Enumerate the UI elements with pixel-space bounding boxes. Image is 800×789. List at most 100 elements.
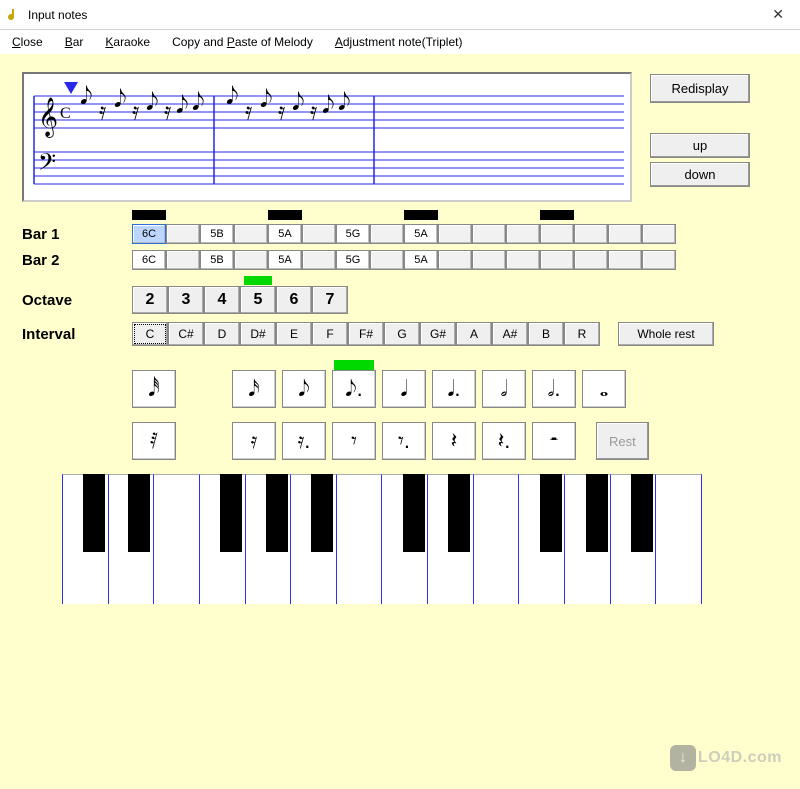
rest-button[interactable]: Rest — [596, 422, 649, 460]
interval-button-A[interactable]: A — [456, 322, 492, 346]
interval-label: Interval — [22, 326, 132, 343]
bar-cell[interactable] — [166, 250, 200, 270]
note-duration-cell[interactable]: 𝅘𝅥𝅮. — [332, 370, 376, 408]
bar-cell[interactable]: 5A — [268, 224, 302, 244]
svg-text:𝅘𝅥𝅮: 𝅘𝅥𝅮 — [80, 84, 92, 110]
black-key[interactable] — [586, 474, 608, 552]
bar-cell[interactable] — [166, 224, 200, 244]
svg-text:𝄿: 𝄿 — [245, 99, 252, 125]
octave-button-3[interactable]: 3 — [168, 286, 204, 314]
note-duration-cell[interactable]: 𝅘𝅥 — [382, 370, 426, 408]
octave-button-5[interactable]: 5 — [240, 286, 276, 314]
interval-button-Asharp[interactable]: A# — [492, 322, 528, 346]
black-key[interactable] — [266, 474, 288, 552]
staff-view[interactable]: 𝄞 C 𝄢 𝅘𝅥𝅮𝄿 𝅘𝅥𝅮𝄿 𝅘𝅥𝅮𝄿 𝅘𝅥𝅮 𝅘𝅥𝅮 𝅘𝅥𝅮𝄿 — [22, 72, 632, 202]
redisplay-button[interactable]: Redisplay — [650, 74, 750, 103]
note-duration-cell[interactable]: 𝅘𝅥𝅰 — [132, 370, 176, 408]
octave-button-6[interactable]: 6 — [276, 286, 312, 314]
black-key[interactable] — [540, 474, 562, 552]
bar-cell[interactable]: 6C — [132, 250, 166, 270]
black-key[interactable] — [128, 474, 150, 552]
bar-cell[interactable] — [574, 250, 608, 270]
bar-cell[interactable] — [370, 250, 404, 270]
black-key[interactable] — [403, 474, 425, 552]
bar-cell[interactable] — [506, 250, 540, 270]
black-key[interactable] — [220, 474, 242, 552]
interval-button-R[interactable]: R — [564, 322, 600, 346]
bar-cell[interactable]: 5A — [268, 250, 302, 270]
up-button[interactable]: up — [650, 133, 750, 158]
rest-duration-cell[interactable]: 𝄽 — [432, 422, 476, 460]
note-duration-cell[interactable]: 𝅘𝅥𝅮 — [282, 370, 326, 408]
bar-beat-markers — [132, 210, 778, 222]
interval-button-F[interactable]: F — [312, 322, 348, 346]
bar-cell[interactable] — [540, 250, 574, 270]
rest-duration-cell[interactable]: 𝅀 — [132, 422, 176, 460]
rest-duration-cell[interactable]: 𝄼 — [532, 422, 576, 460]
octave-button-4[interactable]: 4 — [204, 286, 240, 314]
interval-button-B[interactable]: B — [528, 322, 564, 346]
rest-duration-cell[interactable]: 𝄾. — [382, 422, 426, 460]
bar-cell[interactable] — [608, 250, 642, 270]
menu-close[interactable]: Close — [12, 35, 43, 49]
bar-cell[interactable]: 5G — [336, 224, 370, 244]
bar-cell[interactable] — [438, 224, 472, 244]
octave-button-2[interactable]: 2 — [132, 286, 168, 314]
bar-cell[interactable] — [574, 224, 608, 244]
bar-cell[interactable] — [234, 250, 268, 270]
bar-cell[interactable]: 6C — [132, 224, 166, 244]
interval-button-Fsharp[interactable]: F# — [348, 322, 384, 346]
piano-keyboard[interactable] — [62, 474, 702, 604]
rest-duration-cell[interactable]: 𝄿 — [232, 422, 276, 460]
note-duration-cell[interactable]: 𝅘𝅥. — [432, 370, 476, 408]
bar-cell[interactable]: 5B — [200, 250, 234, 270]
rest-duration-cell[interactable]: 𝄿. — [282, 422, 326, 460]
interval-button-Gsharp[interactable]: G# — [420, 322, 456, 346]
window-title: Input notes — [28, 8, 764, 22]
note-duration-cell[interactable]: 𝅝 — [582, 370, 626, 408]
close-icon[interactable]: ✕ — [764, 2, 792, 27]
bar-cell[interactable] — [540, 224, 574, 244]
bar-cell[interactable] — [302, 224, 336, 244]
down-button[interactable]: down — [650, 162, 750, 187]
bar-cell[interactable] — [642, 250, 676, 270]
bar1-grid[interactable]: 6C 5B 5A 5G 5A — [132, 224, 676, 244]
note-duration-cell[interactable]: 𝅗𝅥 — [482, 370, 526, 408]
bar-cell[interactable] — [642, 224, 676, 244]
bar-cell[interactable] — [302, 250, 336, 270]
bar-cell[interactable]: 5A — [404, 224, 438, 244]
bar-cell[interactable] — [472, 250, 506, 270]
interval-button-Dsharp[interactable]: D# — [240, 322, 276, 346]
black-key[interactable] — [448, 474, 470, 552]
svg-text:C: C — [60, 105, 71, 122]
black-key[interactable] — [83, 474, 105, 552]
rest-duration-cell[interactable]: 𝄽. — [482, 422, 526, 460]
bar-cell[interactable]: 5G — [336, 250, 370, 270]
note-duration-cell[interactable]: 𝅘𝅥𝅯 — [232, 370, 276, 408]
duration-marker — [334, 360, 374, 370]
bar-cell[interactable] — [608, 224, 642, 244]
black-key[interactable] — [311, 474, 333, 552]
note-duration-cell[interactable]: 𝅗𝅥. — [532, 370, 576, 408]
bar-cell[interactable] — [370, 224, 404, 244]
rest-duration-cell[interactable]: 𝄾 — [332, 422, 376, 460]
interval-button-D[interactable]: D — [204, 322, 240, 346]
black-key[interactable] — [631, 474, 653, 552]
menu-bar-item[interactable]: Bar — [65, 35, 84, 49]
interval-button-E[interactable]: E — [276, 322, 312, 346]
whole-rest-button[interactable]: Whole rest — [618, 322, 714, 346]
bar-cell[interactable] — [506, 224, 540, 244]
bar-cell[interactable] — [438, 250, 472, 270]
interval-button-C[interactable]: C — [132, 322, 168, 346]
bar-cell[interactable] — [234, 224, 268, 244]
octave-button-7[interactable]: 7 — [312, 286, 348, 314]
menu-copy-paste[interactable]: Copy and Paste of Melody — [172, 35, 313, 49]
bar-cell[interactable] — [472, 224, 506, 244]
bar-cell[interactable]: 5A — [404, 250, 438, 270]
interval-button-G[interactable]: G — [384, 322, 420, 346]
menu-adjustment[interactable]: Adjustment note(Triplet) — [335, 35, 463, 49]
interval-button-Csharp[interactable]: C# — [168, 322, 204, 346]
bar2-grid[interactable]: 6C 5B 5A 5G 5A — [132, 250, 676, 270]
bar-cell[interactable]: 5B — [200, 224, 234, 244]
menu-karaoke[interactable]: Karaoke — [105, 35, 150, 49]
